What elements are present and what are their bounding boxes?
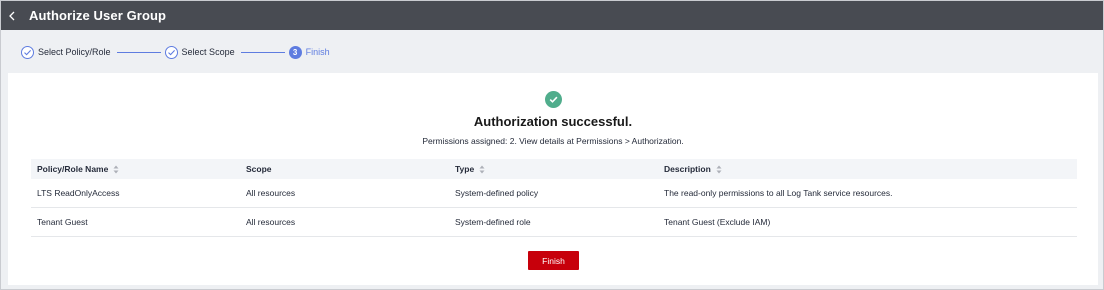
finish-button[interactable]: Finish — [528, 251, 579, 270]
cell-name: LTS ReadOnlyAccess — [37, 188, 120, 198]
column-header-name[interactable]: Policy/Role Name — [31, 164, 240, 174]
step-label: Select Policy/Role — [38, 47, 111, 57]
check-icon — [164, 45, 178, 59]
check-icon — [21, 45, 34, 59]
progress-steps: Select Policy/Role Select Scope 3 Finish — [21, 43, 330, 61]
result-message: Permissions assigned: 2. View details at… — [422, 136, 684, 146]
step-label: Finish — [305, 47, 330, 57]
cell-scope: All resources — [246, 217, 296, 227]
cell-description: Tenant Guest (Exclude IAM) — [664, 217, 771, 227]
table-row: LTS ReadOnlyAccess All resources System-… — [31, 179, 1077, 208]
success-check-icon — [545, 91, 562, 108]
sort-icon[interactable] — [716, 165, 722, 174]
sort-icon[interactable] — [479, 165, 485, 174]
step-finish: 3 Finish — [288, 45, 330, 59]
table-row: Tenant Guest All resources System-define… — [31, 208, 1077, 237]
page-header: Authorize User Group — [1, 1, 1103, 30]
back-button[interactable] — [1, 1, 23, 30]
result-title: Authorization successful. — [473, 114, 633, 129]
step-label: Select Scope — [181, 47, 235, 57]
result-card: Authorization successful. Permissions as… — [8, 73, 1098, 285]
step-connector — [240, 51, 285, 53]
step-select-policy: Select Policy/Role — [21, 45, 111, 59]
permissions-table: Policy/Role Name Scope Type Description … — [31, 159, 1077, 237]
page-title: Authorize User Group — [29, 8, 167, 23]
chevron-left-icon — [9, 11, 15, 20]
column-header-description[interactable]: Description — [658, 164, 1077, 174]
step-number: 3 — [288, 45, 302, 59]
page-frame: Authorize User Group Select Policy/Role … — [0, 0, 1104, 290]
step-select-scope: Select Scope — [164, 45, 235, 59]
cell-type: System-defined role — [455, 217, 531, 227]
sort-icon[interactable] — [113, 165, 119, 174]
table-header: Policy/Role Name Scope Type Description — [31, 159, 1077, 179]
cell-scope: All resources — [246, 188, 296, 198]
cell-name: Tenant Guest — [37, 217, 88, 227]
column-header-type[interactable]: Type — [449, 164, 658, 174]
column-header-scope: Scope — [246, 164, 272, 174]
cell-description: The read-only permissions to all Log Tan… — [664, 188, 893, 198]
cell-type: System-defined policy — [455, 188, 539, 198]
step-connector — [116, 51, 161, 53]
